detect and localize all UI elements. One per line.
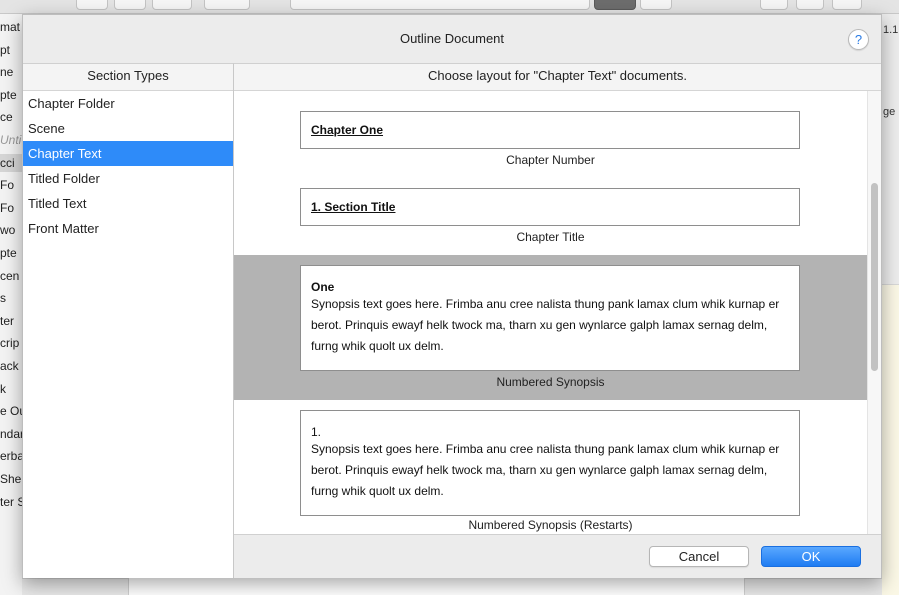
toolbar-button[interactable] — [760, 0, 788, 10]
preview-title: 1. Section Title — [311, 200, 396, 214]
toolbar-button[interactable] — [76, 0, 108, 10]
binder-item-fragment[interactable]: Fo — [0, 199, 22, 217]
layout-list[interactable]: Chapter One Chapter Number 1. Section Ti… — [234, 91, 867, 535]
layout-preview: One Synopsis text goes here. Frimba anu … — [300, 265, 800, 371]
binder-item-fragment[interactable]: wo — [0, 221, 22, 239]
preview-title: Chapter One — [311, 123, 384, 137]
binder-item-fragment[interactable]: pte — [0, 244, 22, 262]
layout-option-chapter-title[interactable]: 1. Section Title Chapter Title — [234, 167, 867, 255]
layout-header: Choose layout for "Chapter Text" documen… — [234, 64, 881, 91]
section-type-item-selected[interactable]: Chapter Text — [23, 141, 233, 166]
binder-item-fragment[interactable]: Fo — [0, 176, 22, 194]
dialog-footer: Cancel OK — [234, 534, 881, 578]
binder-item-fragment[interactable]: mat — [0, 18, 22, 36]
toolbar-button[interactable] — [114, 0, 146, 10]
section-types-panel: Section Types Chapter Folder Scene Chapt… — [23, 63, 234, 578]
section-type-item[interactable]: Front Matter — [23, 216, 233, 241]
scrollbar-thumb[interactable] — [871, 183, 878, 371]
toolbar-button[interactable] — [796, 0, 824, 10]
preview-synopsis-line: furng whik quolt ux delm. — [311, 339, 444, 353]
toolbar-button[interactable] — [832, 0, 862, 10]
binder-item-fragment[interactable]: k — [0, 380, 22, 398]
binder-item-fragment[interactable]: ack — [0, 357, 22, 375]
section-types-header: Section Types — [23, 64, 233, 91]
layout-preview: Chapter One — [300, 111, 800, 149]
section-type-item[interactable]: Titled Text — [23, 191, 233, 216]
binder-item-fragment[interactable]: erba — [0, 447, 22, 465]
section-types-list: Chapter Folder Scene Chapter Text Titled… — [23, 91, 233, 241]
background-editor-footer — [128, 578, 745, 595]
binder-item-fragment[interactable]: ce — [0, 108, 22, 126]
layout-option-label: Numbered Synopsis (Restarts) — [468, 518, 633, 532]
preview-synopsis-line: furng whik quolt ux delm. — [311, 484, 444, 498]
binder-item-fragment[interactable]: s — [0, 289, 22, 307]
toolbar-button[interactable] — [152, 0, 192, 10]
layout-option-label: Chapter Number — [506, 153, 595, 167]
binder-item-fragment[interactable]: She — [0, 470, 22, 488]
layout-preview: 1. Synopsis text goes here. Frimba anu c… — [300, 410, 800, 516]
layout-panel: Choose layout for "Chapter Text" documen… — [234, 63, 881, 535]
ok-button[interactable]: OK — [761, 546, 861, 567]
binder-item-fragment[interactable]: ter Sketch — [0, 493, 22, 511]
preview-title: One — [311, 280, 335, 294]
inspector-fragment: 1.1 — [883, 24, 899, 36]
outline-document-dialog: Outline Document ? Section Types Chapter… — [22, 14, 882, 578]
layout-scrollbar[interactable] — [867, 91, 881, 535]
binder-item-fragment[interactable]: ndar — [0, 425, 22, 443]
layout-preview: 1. Section Title — [300, 188, 800, 226]
layout-option-chapter-number[interactable]: Chapter One Chapter Number — [234, 91, 867, 167]
section-type-item[interactable]: Scene — [23, 116, 233, 141]
layout-option-numbered-synopsis-restarts[interactable]: 1. Synopsis text goes here. Frimba anu c… — [234, 400, 867, 535]
layout-option-numbered-synopsis[interactable]: One Synopsis text goes here. Frimba anu … — [234, 255, 867, 400]
binder-item-fragment[interactable]: ne — [0, 63, 22, 81]
inspector-notes — [882, 284, 899, 595]
binder-item-fragment[interactable]: ter — [0, 312, 22, 330]
background-toolbar — [0, 0, 899, 14]
toolbar-button[interactable] — [640, 0, 672, 10]
binder-item-fragment[interactable]: e Ou — [0, 402, 22, 420]
binder-item-fragment[interactable]: pte — [0, 86, 22, 104]
preview-synopsis-line: Synopsis text goes here. Frimba anu cree… — [311, 297, 780, 311]
dialog-title: Outline Document — [399, 31, 505, 46]
toolbar-button[interactable] — [594, 0, 636, 10]
section-type-item[interactable]: Titled Folder — [23, 166, 233, 191]
preview-synopsis-line: berot. Prinquis ewayf helk twock ma, tha… — [311, 463, 768, 477]
preview-synopsis-line: berot. Prinquis ewayf helk twock ma, tha… — [311, 318, 768, 332]
binder-item-fragment[interactable]: Unti — [0, 131, 22, 149]
binder-item-fragment[interactable]: cci — [0, 153, 22, 172]
background-binder: mat pt ne pte ce Unti cci Fo Fo wo pte cen s ter crip a… — [0, 14, 22, 595]
section-type-item[interactable]: Chapter Folder — [23, 91, 233, 116]
binder-item-fragment[interactable]: pt — [0, 41, 22, 59]
layout-option-label: Chapter Title — [516, 230, 585, 244]
preview-synopsis-line: Synopsis text goes here. Frimba anu cree… — [311, 442, 780, 456]
layout-option-label: Numbered Synopsis — [496, 375, 605, 389]
inspector-fragment: ge — [883, 106, 896, 118]
toolbar-button[interactable] — [204, 0, 250, 10]
binder-item-fragment[interactable]: cen — [0, 267, 22, 285]
preview-title: 1. — [311, 425, 322, 439]
binder-item-fragment[interactable]: crip — [0, 334, 22, 352]
cancel-button[interactable]: Cancel — [649, 546, 749, 567]
toolbar-field[interactable] — [290, 0, 590, 10]
background-inspector: 1.1 ge — [882, 14, 899, 595]
help-button[interactable]: ? — [848, 29, 869, 50]
